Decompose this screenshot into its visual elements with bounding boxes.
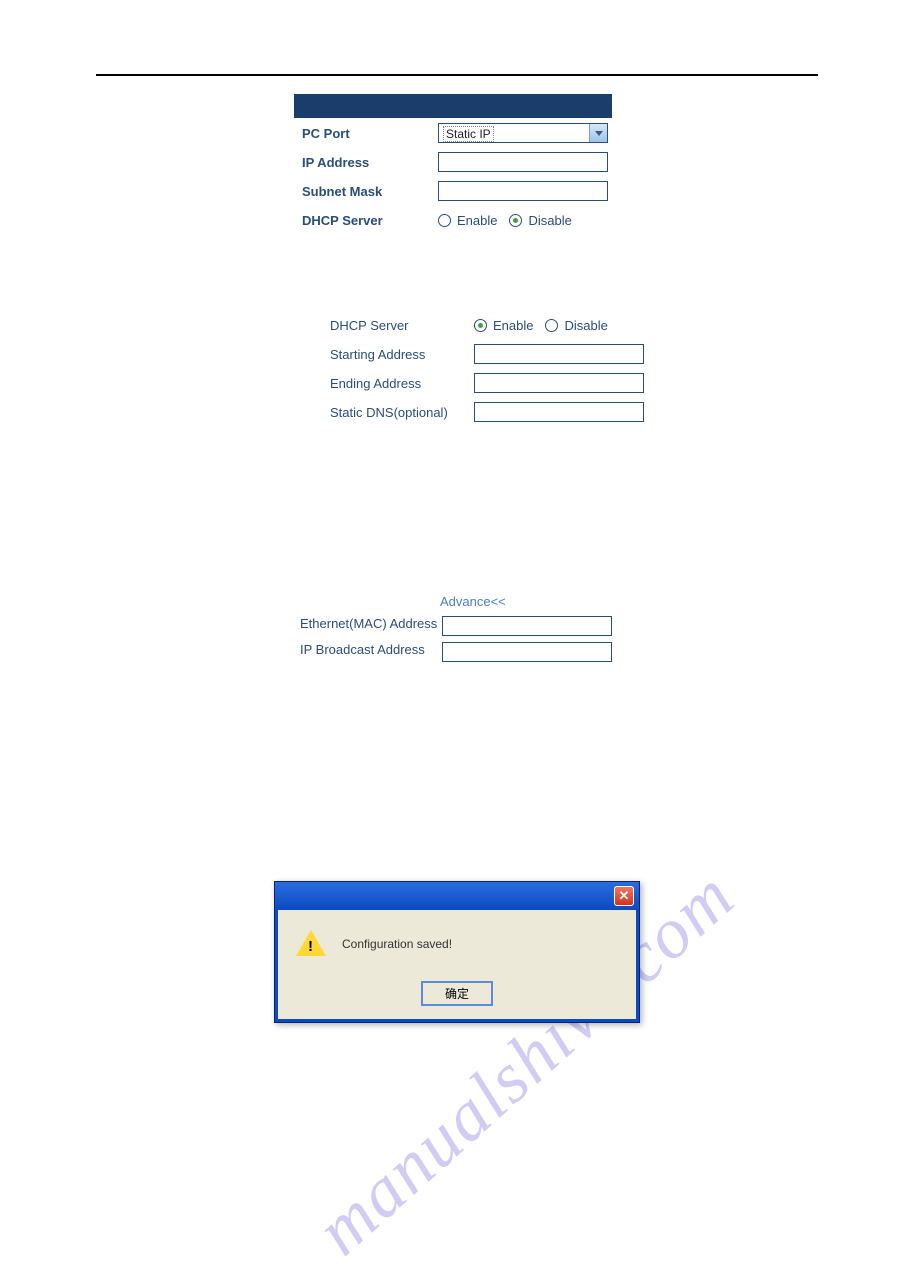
enable-label-2: Enable [493,318,533,333]
subnet-mask-label: Subnet Mask [302,184,438,199]
ip-broadcast-input[interactable] [442,642,612,662]
ending-address-label: Ending Address [330,376,474,391]
warning-icon: ! [296,930,326,958]
ending-address-input[interactable] [474,373,644,393]
dialog-titlebar: ✕ [275,882,639,910]
subnet-mask-input[interactable] [438,181,608,201]
alert-dialog: ✕ ! Configuration saved! 确定 [274,881,640,1023]
advance-toggle-link[interactable]: Advance<< [440,594,506,609]
starting-address-label: Starting Address [330,347,474,362]
dhcp-server-label-2: DHCP Server [330,318,474,333]
dhcp-disable-radio-2[interactable] [545,319,558,332]
dialog-message: Configuration saved! [342,937,452,951]
pc-port-select-value: Static IP [443,126,494,142]
static-dns-label: Static DNS(optional) [330,405,474,420]
dhcp-enable-radio-1[interactable] [438,214,451,227]
disable-label-2: Disable [564,318,607,333]
dhcp-disable-radio-1[interactable] [509,214,522,227]
ok-button[interactable]: 确定 [422,982,492,1005]
static-dns-input[interactable] [474,402,644,422]
section-header-bar [294,94,612,118]
pc-port-label: PC Port [302,126,438,141]
ip-address-input[interactable] [438,152,608,172]
enable-label-1: Enable [457,213,497,228]
dhcp-server-section: DHCP Server Enable Disable Starting Addr… [330,314,644,430]
ip-address-label: IP Address [302,155,438,170]
advance-section: Advance<< Ethernet(MAC) Address IP Broad… [300,594,612,662]
close-icon[interactable]: ✕ [614,886,634,906]
chevron-down-icon [589,124,607,142]
starting-address-input[interactable] [474,344,644,364]
dhcp-server-label: DHCP Server [302,213,438,228]
disable-label-1: Disable [528,213,571,228]
pc-port-section: PC Port Static IP IP Address Subnet Mask… [302,122,608,238]
ethernet-mac-label: Ethernet(MAC) Address [300,616,442,632]
ip-broadcast-label: IP Broadcast Address [300,642,442,658]
dhcp-enable-radio-2[interactable] [474,319,487,332]
horizontal-rule [96,74,818,76]
ethernet-mac-input[interactable] [442,616,612,636]
pc-port-select[interactable]: Static IP [438,123,608,143]
